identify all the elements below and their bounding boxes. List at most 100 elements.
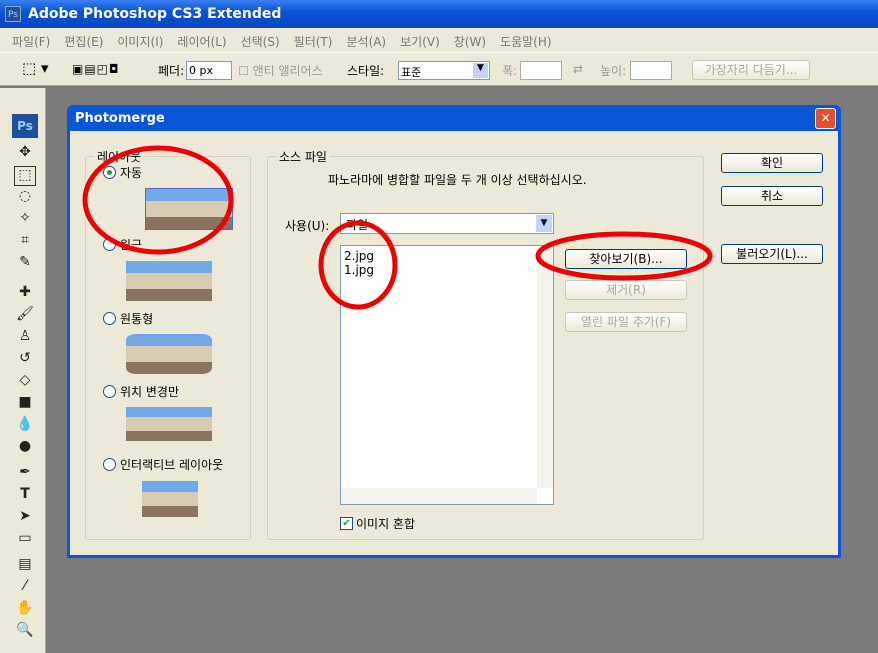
radio-icon — [103, 238, 116, 251]
path-select-icon[interactable]: ➤ — [14, 508, 36, 528]
marquee-preset-icon[interactable]: ⬚ ▾ — [22, 59, 48, 77]
browse-button[interactable]: 찾아보기(B)... — [565, 249, 687, 269]
dialog-title: Photomerge — [75, 111, 165, 126]
radio-icon — [103, 385, 116, 398]
slice-tool-icon[interactable]: ✎ — [14, 254, 36, 274]
add-open-files-button[interactable]: 열린 파일 추가(F) — [565, 312, 687, 332]
layout-cylindrical-radio[interactable]: 원통형 — [103, 310, 153, 327]
ok-button[interactable]: 확인 — [721, 153, 823, 173]
brush-tool-icon[interactable]: 🖌 — [14, 306, 36, 326]
radio-label: 원근 — [120, 238, 143, 252]
cylindrical-preview-image — [126, 334, 212, 374]
type-tool-icon[interactable]: T — [14, 486, 36, 506]
blend-images-checkbox[interactable]: ✔ 이미지 혼합 — [340, 515, 415, 532]
shape-tool-icon[interactable]: ▭ — [14, 530, 36, 550]
marquee-tool-icon[interactable]: ⬚ — [14, 166, 36, 186]
crop-tool-icon[interactable]: ⌗ — [14, 232, 36, 252]
layout-legend: 레이아웃 — [97, 150, 142, 164]
radio-label: 인터랙티브 레이아웃 — [120, 458, 224, 472]
chevron-down-icon: ▼ — [536, 215, 552, 232]
cancel-button[interactable]: 취소 — [721, 186, 823, 206]
height-input[interactable] — [630, 61, 672, 80]
remove-button[interactable]: 제거(R) — [565, 280, 687, 300]
menu-file[interactable]: 파일(F) — [12, 33, 50, 49]
instruction-text: 파노라마에 병합할 파일을 두 개 이상 선택하십시오. — [328, 173, 587, 187]
use-select[interactable]: 파일 ▼ — [340, 213, 554, 234]
radio-label: 위치 변경만 — [120, 385, 180, 399]
menu-window[interactable]: 창(W) — [454, 33, 486, 49]
menu-layer[interactable]: 레이어(L) — [177, 33, 226, 49]
file-item[interactable]: 1.jpg — [344, 263, 550, 277]
menu-view[interactable]: 보기(V) — [400, 33, 440, 49]
app-title-bar: Adobe Photoshop CS3 Extended — [0, 0, 878, 28]
selection-mode-icons[interactable]: ▣▤◰◘ — [72, 62, 120, 76]
file-list[interactable]: 2.jpg 1.jpg — [340, 245, 554, 505]
chevron-down-icon: ▼ — [473, 63, 488, 78]
horizontal-scrollbar[interactable] — [341, 488, 537, 504]
toolbox-logo: Ps — [12, 114, 38, 138]
dialog-body: 레이아웃 자동 원근 원통형 위치 변경만 인터랙티브 레이아웃 소스 파일 파… — [70, 131, 838, 555]
checkmark-icon: ✔ — [340, 517, 353, 530]
menu-edit[interactable]: 편집(E) — [64, 33, 103, 49]
file-item[interactable]: 2.jpg — [344, 249, 550, 263]
blur-tool-icon[interactable]: 💧 — [14, 416, 36, 436]
use-value: 파일 — [346, 218, 369, 232]
blend-label: 이미지 혼합 — [356, 517, 416, 531]
healing-brush-icon[interactable]: ✚ — [14, 284, 36, 304]
menu-help[interactable]: 도움말(H) — [500, 33, 552, 49]
feather-label: 페더: — [158, 64, 185, 78]
radio-icon — [103, 458, 116, 471]
photomerge-dialog: Photomerge ✕ 레이아웃 자동 원근 원통형 위치 변경만 인터랙티브… — [67, 105, 841, 558]
dodge-tool-icon[interactable]: ● — [14, 438, 36, 458]
move-tool-icon[interactable]: ✥ — [14, 144, 36, 164]
layout-interactive-radio[interactable]: 인터랙티브 레이아웃 — [103, 456, 223, 473]
history-brush-icon[interactable]: ↺ — [14, 350, 36, 370]
source-legend: 소스 파일 — [279, 150, 327, 164]
load-button[interactable]: 불러오기(L)... — [721, 244, 823, 264]
style-select[interactable]: 표준 ▼ — [398, 61, 490, 80]
layout-reposition-radio[interactable]: 위치 변경만 — [103, 383, 179, 400]
menu-analysis[interactable]: 분석(A) — [346, 33, 386, 49]
use-label: 사용(U): — [285, 219, 330, 233]
style-label: 스타일: — [347, 64, 385, 78]
eyedropper-icon[interactable]: ⁄ — [14, 578, 36, 598]
reposition-preview-image — [126, 407, 212, 441]
width-input[interactable] — [520, 61, 562, 80]
radio-label: 원통형 — [120, 312, 154, 326]
radio-selected-icon — [103, 166, 116, 179]
radio-icon — [103, 312, 116, 325]
antialias-label: 앤티 앨리어스 — [252, 64, 323, 78]
magic-wand-icon[interactable]: ✧ — [14, 210, 36, 230]
eraser-tool-icon[interactable]: ◇ — [14, 372, 36, 392]
vertical-scrollbar[interactable] — [537, 246, 553, 488]
pen-tool-icon[interactable]: ✒ — [14, 464, 36, 484]
notes-tool-icon[interactable]: ▤ — [14, 556, 36, 576]
gradient-tool-icon[interactable]: ■ — [14, 394, 36, 414]
menu-select[interactable]: 선택(S) — [241, 33, 280, 49]
interactive-preview-image — [142, 481, 198, 517]
toolbox: Ps ✥ ⬚ ◌ ✧ ⌗ ✎ ✚ 🖌 ♙ ↺ ◇ ■ 💧 ● ✒ T ➤ ▭ ▤… — [0, 88, 46, 653]
swap-icon[interactable]: ⇄ — [573, 62, 583, 76]
menu-bar: 파일(F) 편집(E) 이미지(I) 레이어(L) 선택(S) 필터(T) 분석… — [0, 28, 878, 52]
close-button[interactable]: ✕ — [815, 108, 836, 129]
options-bar: ⬚ ▾ ▣▤◰◘ 페더: 0 px ☐ 앤티 앨리어스 스타일: 표준 ▼ 폭: … — [0, 52, 878, 86]
auto-preview-image — [145, 188, 233, 230]
layout-perspective-radio[interactable]: 원근 — [103, 236, 142, 253]
zoom-tool-icon[interactable]: 🔍 — [14, 622, 36, 642]
hand-tool-icon[interactable]: ✋ — [14, 600, 36, 620]
perspective-preview-image — [126, 261, 212, 301]
layout-auto-radio[interactable]: 자동 — [103, 164, 142, 181]
feather-input[interactable]: 0 px — [186, 61, 232, 80]
style-value: 표준 — [401, 66, 422, 79]
app-title: Adobe Photoshop CS3 Extended — [28, 6, 282, 22]
antialias-checkbox[interactable]: ☐ 앤티 앨리어스 — [238, 62, 323, 79]
height-label: 높이: — [600, 64, 627, 78]
menu-filter[interactable]: 필터(T) — [294, 33, 333, 49]
lasso-tool-icon[interactable]: ◌ — [14, 188, 36, 208]
menu-image[interactable]: 이미지(I) — [117, 33, 163, 49]
width-label: 폭: — [502, 64, 518, 78]
stamp-tool-icon[interactable]: ♙ — [14, 328, 36, 348]
photoshop-app-icon: Ps — [5, 6, 21, 22]
refine-edge-button[interactable]: 가장자리 다듬기... — [692, 60, 810, 80]
radio-label: 자동 — [120, 166, 143, 180]
